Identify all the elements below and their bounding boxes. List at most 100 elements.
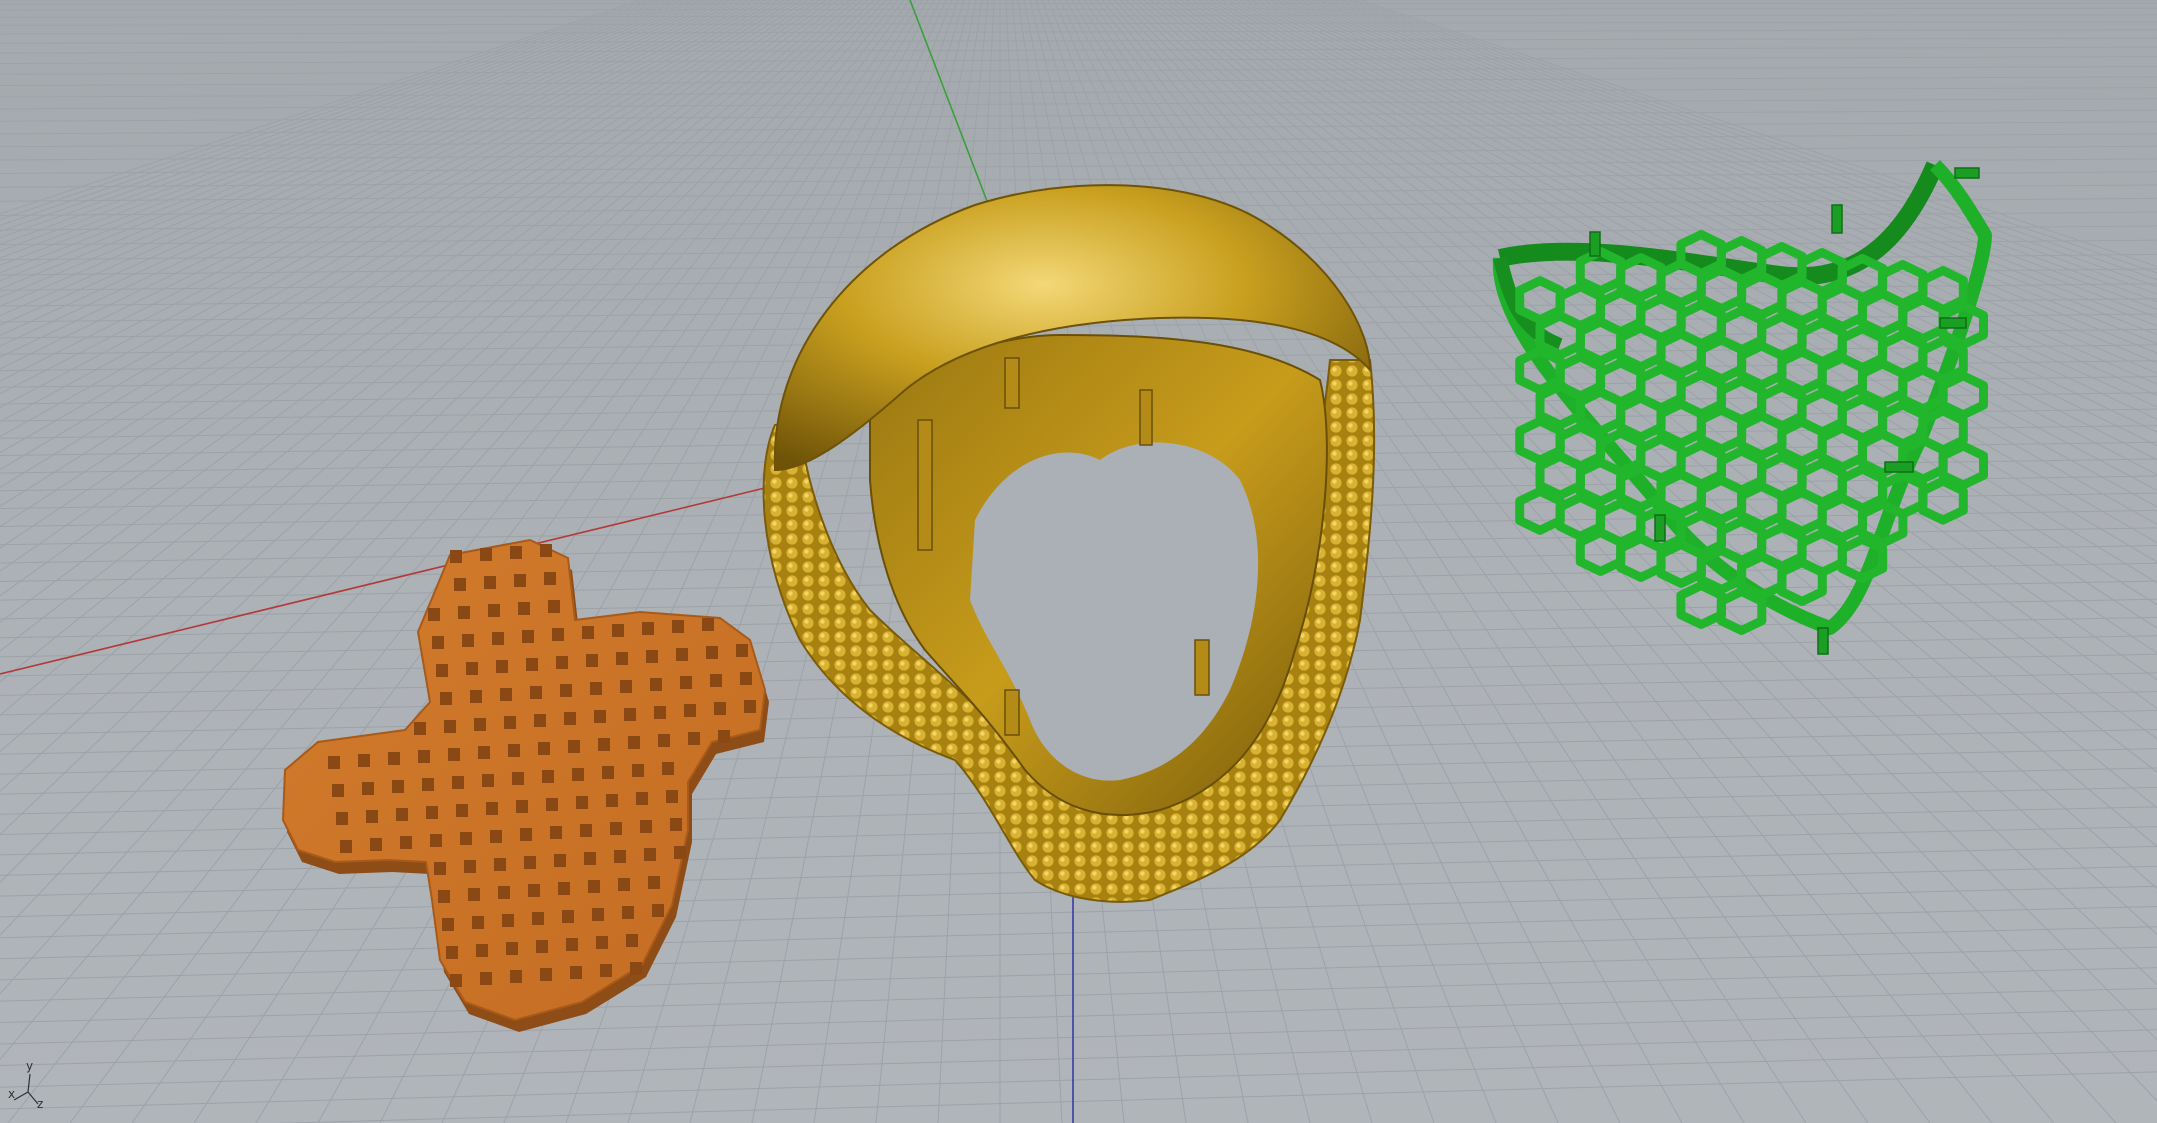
plate-hole xyxy=(558,882,570,895)
ring-prong xyxy=(917,419,933,551)
triad-y-label: y xyxy=(26,1059,33,1073)
hexagon-cell xyxy=(1515,486,1565,535)
plate-hole xyxy=(434,862,446,875)
plate-hole xyxy=(328,756,340,769)
grid-line xyxy=(0,66,2157,75)
plate-hole xyxy=(620,680,632,693)
plate-hole xyxy=(516,800,528,813)
plate-hole xyxy=(596,936,608,949)
plate-hole xyxy=(456,804,468,817)
plate-hole xyxy=(362,782,374,795)
plate-hole xyxy=(616,652,628,665)
plate-hole xyxy=(546,798,558,811)
grid-line xyxy=(0,926,2157,981)
plate-hole xyxy=(550,826,562,839)
textured-ring[interactable] xyxy=(762,184,1376,903)
grid-line xyxy=(0,56,2157,65)
plate-hole xyxy=(528,884,540,897)
plate-hole xyxy=(644,848,656,861)
plate-hole xyxy=(534,714,546,727)
plate-hole xyxy=(568,740,580,753)
plate-hole xyxy=(650,678,662,691)
plate-hole xyxy=(618,878,630,891)
plate-hole xyxy=(646,650,658,663)
plate-hole xyxy=(392,780,404,793)
plate-hole xyxy=(442,918,454,931)
grid-line xyxy=(0,37,2157,44)
plate-hole xyxy=(526,658,538,671)
plate-hole xyxy=(458,606,470,619)
rhino-viewport[interactable]: x y z xyxy=(0,0,2157,1123)
perforated-clover-plate[interactable] xyxy=(281,538,769,1032)
plate-hole xyxy=(524,856,536,869)
plate-hole xyxy=(530,686,542,699)
plate-hole xyxy=(672,620,684,633)
plate-hole xyxy=(454,578,466,591)
plate-hole xyxy=(592,908,604,921)
plate-hole xyxy=(464,860,476,873)
plate-hole xyxy=(472,916,484,929)
lattice-peg xyxy=(1939,317,1967,329)
plate-hole xyxy=(492,632,504,645)
plate-hole xyxy=(610,822,622,835)
hexagon-cells xyxy=(1515,230,1988,635)
plate-hole xyxy=(366,810,378,823)
plate-hole xyxy=(552,628,564,641)
plate-hole xyxy=(480,972,492,985)
grid-line xyxy=(0,158,2157,174)
plate-hole xyxy=(388,752,400,765)
grid-line xyxy=(0,1029,2157,1088)
plate-hole xyxy=(422,778,434,791)
plate-hole xyxy=(564,712,576,725)
lattice-peg xyxy=(1831,204,1843,234)
lattice-peg xyxy=(1817,627,1829,655)
plate-hole xyxy=(532,912,544,925)
plate-hole xyxy=(706,646,718,659)
plate-hole xyxy=(594,710,606,723)
hexagon-cell xyxy=(1777,557,1827,606)
plate-hole xyxy=(570,966,582,979)
plate-hole xyxy=(588,880,600,893)
plate-hole xyxy=(494,858,506,871)
plate-hole xyxy=(718,730,730,743)
lattice-left-wing xyxy=(1493,256,1563,352)
plate-hole xyxy=(622,906,634,919)
plate-hole xyxy=(522,630,534,643)
plate-hole xyxy=(484,576,496,589)
triad-y-line xyxy=(27,1073,31,1093)
y-axis-line xyxy=(909,0,1001,236)
plate-hole xyxy=(702,618,714,631)
grid-line xyxy=(0,1050,2157,1110)
plate-hole xyxy=(414,722,426,735)
plate-hole xyxy=(538,742,550,755)
grid-line xyxy=(0,967,2157,1023)
plate-hole xyxy=(670,818,682,831)
plate-hole xyxy=(430,834,442,847)
plate-hole xyxy=(500,688,512,701)
plate-hole xyxy=(468,888,480,901)
plate-hole xyxy=(602,766,614,779)
plate-hole xyxy=(448,748,460,761)
plate-hole xyxy=(562,910,574,923)
lattice-peg xyxy=(1954,167,1980,179)
plate-hole xyxy=(652,904,664,917)
grid-line xyxy=(0,7,2157,11)
plate-hole xyxy=(482,774,494,787)
plate-hole xyxy=(446,946,458,959)
plate-hole xyxy=(470,690,482,703)
plate-hole xyxy=(640,820,652,833)
plate-hole xyxy=(576,796,588,809)
plate-hole xyxy=(584,852,596,865)
plate-hole xyxy=(586,654,598,667)
plate-hole xyxy=(626,934,638,947)
plate-hole xyxy=(636,792,648,805)
lattice-peg xyxy=(1884,461,1914,473)
plate-hole xyxy=(744,700,756,713)
grid-line xyxy=(0,946,2157,1002)
grid-line xyxy=(0,29,2157,35)
grid-line xyxy=(0,1008,2157,1067)
plate-hole xyxy=(496,660,508,673)
triad-z-label: z xyxy=(37,1097,43,1111)
grid-line xyxy=(0,109,2157,122)
plate-hole xyxy=(548,600,560,613)
